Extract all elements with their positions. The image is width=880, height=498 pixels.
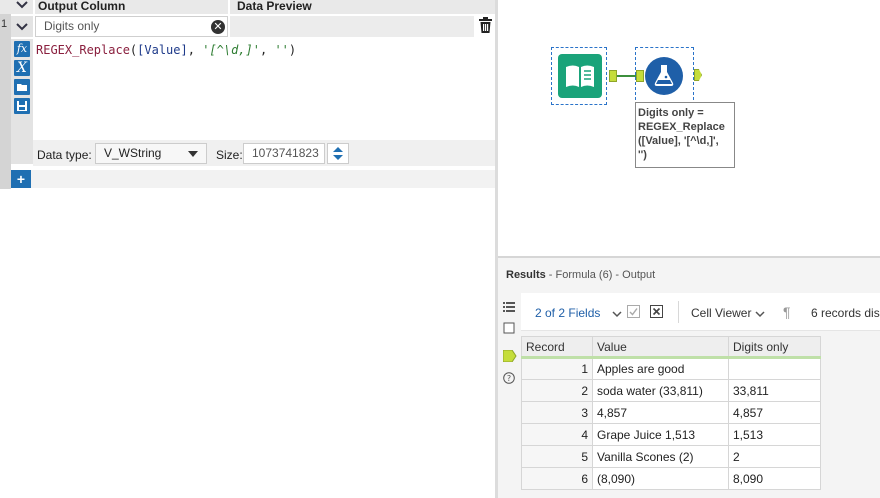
size-label: Size: xyxy=(216,148,243,162)
data-type-label: Data type: xyxy=(37,148,92,162)
size-stepper[interactable] xyxy=(327,143,349,164)
book-icon xyxy=(558,54,602,98)
checkbox-icon[interactable] xyxy=(627,305,640,321)
data-preview-header: Data Preview xyxy=(230,0,495,14)
column-header-record[interactable]: Record xyxy=(521,336,593,359)
record-cell: 2 xyxy=(521,379,593,402)
expression-tools: fx X xyxy=(11,39,33,164)
chevron-down-icon[interactable] xyxy=(11,0,33,14)
record-cell: 5 xyxy=(521,445,593,468)
data-type-bar: Data type: V_WString Size: 1073741823 xyxy=(33,140,495,166)
annotation-line: Digits only = xyxy=(638,107,704,119)
decrement-icon[interactable] xyxy=(333,155,343,160)
output-anchor-icon[interactable] xyxy=(502,349,517,363)
data-preview-cell xyxy=(230,16,474,37)
results-title: Results - Formula (6) - Output xyxy=(506,269,655,281)
value-cell[interactable]: 4,857 xyxy=(592,401,729,424)
digits-cell[interactable]: 33,811 xyxy=(728,379,821,402)
table-row[interactable]: 5 Vanilla Scones (2) 2 xyxy=(521,445,821,468)
value-cell[interactable]: soda water (33,811) xyxy=(592,379,729,402)
output-anchor[interactable] xyxy=(609,70,617,82)
table-row[interactable]: 4 Grape Juice 1,513 1,513 xyxy=(521,423,821,446)
variable-icon[interactable]: X xyxy=(14,60,30,76)
tool-annotation: Digits only = REGEX_Replace ([Value], '[… xyxy=(635,102,735,168)
formula-config-panel: Output Column Data Preview 1 Digits only… xyxy=(0,0,495,498)
list-icon[interactable] xyxy=(503,301,515,313)
header-gutter xyxy=(0,0,11,14)
record-cell: 6 xyxy=(521,467,593,490)
value-cell[interactable]: (8,090) xyxy=(592,467,729,490)
output-column-input[interactable]: Digits only xyxy=(35,16,228,37)
chevron-down-icon[interactable] xyxy=(612,307,622,321)
output-column-header: Output Column xyxy=(35,0,228,14)
svg-text:?: ? xyxy=(507,374,511,383)
add-formula-row: + xyxy=(11,170,495,188)
results-panel: Results - Formula (6) - Output ? 2 of 2 … xyxy=(498,258,880,498)
collapse-row-button[interactable] xyxy=(11,16,33,37)
help-icon[interactable]: ? xyxy=(503,372,515,384)
annotation-line: REGEX_Replace xyxy=(638,121,725,133)
results-table: Record Value Digits only 1 Apples are go… xyxy=(521,336,821,490)
value-cell[interactable]: Apples are good xyxy=(592,357,729,380)
table-row[interactable]: 2 soda water (33,811) 33,811 xyxy=(521,379,821,402)
increment-icon[interactable] xyxy=(333,147,343,152)
value-cell[interactable]: Grape Juice 1,513 xyxy=(592,423,729,446)
row-gutter: 1 xyxy=(0,14,11,189)
table-row[interactable]: 1 Apples are good xyxy=(521,357,821,380)
dropdown-arrow-icon xyxy=(188,151,198,157)
results-title-rest: - Formula (6) - Output xyxy=(545,269,656,281)
size-input[interactable]: 1073741823 xyxy=(243,143,325,164)
expression-editor[interactable]: REGEX_Replace([Value], '[^\d,]', '') xyxy=(36,43,296,57)
clear-icon[interactable]: ✕ xyxy=(211,20,225,34)
record-cell: 3 xyxy=(521,401,593,424)
flask-icon xyxy=(644,56,688,100)
digits-cell[interactable] xyxy=(728,357,821,380)
trash-icon[interactable] xyxy=(476,17,494,37)
results-grid: Record Value Digits only 1 Apples are go… xyxy=(521,336,880,498)
workflow-canvas[interactable]: Digits only = REGEX_Replace ([Value], '[… xyxy=(498,0,880,256)
records-count: 6 records disp xyxy=(811,306,880,320)
deselect-icon[interactable] xyxy=(650,305,663,321)
results-toolbar: 2 of 2 Fields Cell Viewer ¶ 6 records di… xyxy=(521,293,880,331)
cell-viewer-select[interactable]: Cell Viewer xyxy=(691,306,751,320)
fields-selector[interactable]: 2 of 2 Fields xyxy=(535,306,600,320)
annotation-line: '') xyxy=(638,149,647,161)
expression-replacement: '' xyxy=(274,43,289,57)
function-icon[interactable]: fx xyxy=(14,41,30,57)
toolbar-divider xyxy=(678,301,679,323)
table-row[interactable]: 3 4,857 4,857 xyxy=(521,401,821,424)
connection-line xyxy=(617,75,636,77)
data-type-value: V_WString xyxy=(104,146,162,160)
column-header-value[interactable]: Value xyxy=(592,336,729,359)
expression-pattern: '[^\d,]' xyxy=(202,43,260,57)
input-anchor-icon[interactable] xyxy=(503,322,515,334)
table-row[interactable]: 6 (8,090) 8,090 xyxy=(521,467,821,490)
chevron-down-icon xyxy=(16,22,28,30)
digits-cell[interactable]: 1,513 xyxy=(728,423,821,446)
annotation-line: ([Value], '[^\d,]', xyxy=(638,135,719,147)
save-expression-icon[interactable] xyxy=(14,98,30,114)
record-cell: 4 xyxy=(521,423,593,446)
expression-field: [Value] xyxy=(137,43,188,57)
row-number: 1 xyxy=(1,18,8,30)
results-side-toolbar: ? xyxy=(498,292,520,498)
data-type-select[interactable]: V_WString xyxy=(95,143,207,164)
chevron-down-icon[interactable] xyxy=(755,307,765,321)
expression-function: REGEX_Replace xyxy=(36,43,130,57)
pilcrow-icon[interactable]: ¶ xyxy=(783,304,791,320)
input-tool[interactable] xyxy=(551,47,607,105)
digits-cell[interactable]: 2 xyxy=(728,445,821,468)
digits-cell[interactable]: 8,090 xyxy=(728,467,821,490)
value-cell[interactable]: Vanilla Scones (2) xyxy=(592,445,729,468)
record-cell: 1 xyxy=(521,357,593,380)
add-formula-button[interactable]: + xyxy=(11,170,31,188)
results-title-bold: Results xyxy=(506,269,546,281)
column-header-digits-only[interactable]: Digits only xyxy=(728,336,821,359)
digits-cell[interactable]: 4,857 xyxy=(728,401,821,424)
formula-output-anchor[interactable] xyxy=(694,69,702,81)
formula-tool[interactable] xyxy=(635,47,694,105)
open-expression-icon[interactable] xyxy=(14,79,30,95)
